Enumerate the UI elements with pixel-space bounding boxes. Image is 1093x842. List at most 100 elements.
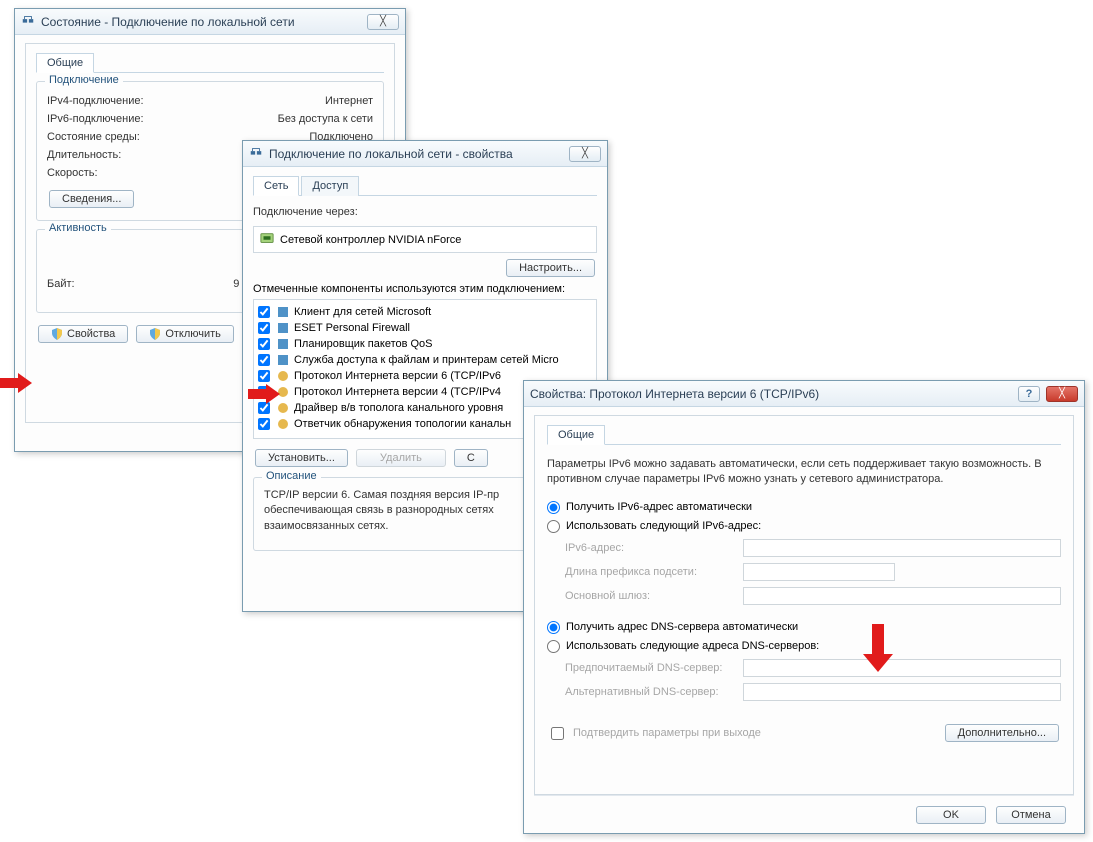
tab-row-3: Общие [547, 424, 1061, 445]
dns1-label: Предпочитаемый DNS-сервер: [565, 662, 735, 674]
ip-addr-label: IPv6-адрес: [565, 542, 735, 554]
list-item[interactable]: ESET Personal Firewall [256, 320, 594, 336]
radio[interactable] [547, 520, 560, 533]
adapter-box: Сетевой контроллер NVIDIA nForce [253, 226, 597, 253]
prefix-label: Длина префикса подсети: [565, 566, 735, 578]
close-icon[interactable]: ╳ [367, 14, 399, 30]
item-label: Протокол Интернета версии 6 (TCP/IPv6 [294, 370, 501, 382]
tab-general-1[interactable]: Общие [36, 53, 94, 73]
activity-legend: Активность [45, 222, 111, 234]
radio[interactable] [547, 501, 560, 514]
bytes-k: Байт: [47, 278, 75, 290]
window1-title: Состояние - Подключение по локальной сет… [41, 15, 295, 29]
component-icon [276, 305, 290, 319]
ip-addr-row: IPv6-адрес: [565, 536, 1061, 560]
item-label: Клиент для сетей Microsoft [294, 306, 431, 318]
cancel-button-3[interactable]: Отмена [996, 806, 1066, 824]
radio-auto-dns[interactable]: Получить адрес DNS-сервера автоматически [547, 618, 1061, 637]
adapter-name: Сетевой контроллер NVIDIA nForce [280, 234, 461, 246]
advanced-button[interactable]: Дополнительно... [945, 724, 1059, 742]
list-item[interactable]: Планировщик пакетов QoS [256, 336, 594, 352]
radio-label: Использовать следующий IPv6-адрес: [566, 520, 761, 532]
checkbox[interactable] [551, 727, 564, 740]
components-label: Отмеченные компоненты используются этим … [253, 279, 597, 299]
details-button[interactable]: Сведения... [49, 190, 134, 208]
component-icon [276, 353, 290, 367]
list-item[interactable]: Клиент для сетей Microsoft [256, 304, 594, 320]
radio-manual-dns[interactable]: Использовать следующие адреса DNS-сервер… [547, 637, 1061, 656]
prefix-row: Длина префикса подсети: [565, 560, 1061, 584]
tab-row-1: Общие [36, 52, 384, 73]
window2-title: Подключение по локальной сети - свойства [269, 147, 513, 161]
ipv6-v: Без доступа к сети [278, 113, 373, 125]
close-icon[interactable]: ╳ [569, 146, 601, 162]
dns1-row: Предпочитаемый DNS-сервер: [565, 656, 1061, 680]
speed-k: Скорость: [47, 167, 98, 179]
tab-row-2: Сеть Доступ [253, 175, 597, 196]
install-button[interactable]: Установить... [255, 449, 348, 467]
tab-general-3[interactable]: Общие [547, 425, 605, 445]
ip-addr-input [743, 539, 1061, 557]
checkbox[interactable] [258, 338, 270, 350]
radio-manual-ip[interactable]: Использовать следующий IPv6-адрес: [547, 517, 1061, 536]
red-arrow-down-icon [863, 624, 893, 676]
checkbox[interactable] [258, 370, 270, 382]
red-arrow-icon [0, 373, 34, 393]
gateway-label: Основной шлюз: [565, 590, 735, 602]
ipv4-k: IPv4-подключение: [47, 95, 144, 107]
confirm-exit-label: Подтвердить параметры при выходе [573, 727, 761, 739]
tab-network[interactable]: Сеть [253, 176, 299, 196]
component-props-button[interactable]: С [454, 449, 488, 467]
protocol-icon [276, 369, 290, 383]
titlebar-1[interactable]: Состояние - Подключение по локальной сет… [15, 9, 405, 35]
help-icon[interactable]: ? [1018, 386, 1040, 402]
checkbox[interactable] [258, 418, 270, 430]
window3-title: Свойства: Протокол Интернета версии 6 (T… [530, 387, 819, 401]
media-k: Состояние среды: [47, 131, 140, 143]
radio-label: Получить IPv6-адрес автоматически [566, 501, 752, 513]
footer-buttons-3: OK Отмена [534, 795, 1074, 834]
radio[interactable] [547, 621, 560, 634]
gateway-input [743, 587, 1061, 605]
properties-button[interactable]: Свойства [38, 325, 128, 343]
titlebar-3[interactable]: Свойства: Протокол Интернета версии 6 (T… [524, 381, 1084, 407]
adapter-icon [260, 231, 274, 248]
duration-k: Длительность: [47, 149, 121, 161]
close-icon[interactable]: ╳ [1046, 386, 1078, 402]
connect-via-label: Подключение через: [253, 202, 597, 222]
dns2-row: Альтернативный DNS-сервер: [565, 680, 1061, 704]
radio-auto-ip[interactable]: Получить IPv6-адрес автоматически [547, 498, 1061, 517]
item-label: Планировщик пакетов QoS [294, 338, 433, 350]
checkbox[interactable] [258, 306, 270, 318]
item-label: Ответчик обнаружения топологии канальн [294, 418, 511, 430]
confirm-exit-line[interactable]: Подтвердить параметры при выходе [547, 718, 761, 749]
remove-button: Удалить [356, 449, 446, 467]
list-item[interactable]: Служба доступа к файлам и принтерам сете… [256, 352, 594, 368]
shield-icon [51, 328, 63, 340]
checkbox[interactable] [258, 322, 270, 334]
item-label: Драйвер в/в тополога канального уровня [294, 402, 503, 414]
net-icon [249, 145, 263, 162]
tab-access[interactable]: Доступ [301, 176, 359, 196]
item-label: Протокол Интернета версии 4 (TCP/IPv4 [294, 386, 501, 398]
item-label: ESET Personal Firewall [294, 322, 410, 334]
net-icon [21, 13, 35, 30]
radio-label: Получить адрес DNS-сервера автоматически [566, 621, 798, 633]
configure-button[interactable]: Настроить... [506, 259, 595, 277]
connection-legend: Подключение [45, 74, 123, 86]
prefix-input [743, 563, 895, 581]
description-legend: Описание [262, 470, 321, 482]
disable-button[interactable]: Отключить [136, 325, 234, 343]
ipv4-v: Интернет [325, 95, 373, 107]
red-arrow-icon [248, 384, 282, 404]
checkbox[interactable] [258, 354, 270, 366]
dns2-input [743, 683, 1061, 701]
shield-icon [149, 328, 161, 340]
radio-label: Использовать следующие адреса DNS-сервер… [566, 640, 819, 652]
titlebar-2[interactable]: Подключение по локальной сети - свойства… [243, 141, 607, 167]
item-label: Служба доступа к файлам и принтерам сете… [294, 354, 559, 366]
component-icon [276, 337, 290, 351]
ok-button-3[interactable]: OK [916, 806, 986, 824]
radio[interactable] [547, 640, 560, 653]
props-lbl: Свойства [67, 328, 115, 340]
